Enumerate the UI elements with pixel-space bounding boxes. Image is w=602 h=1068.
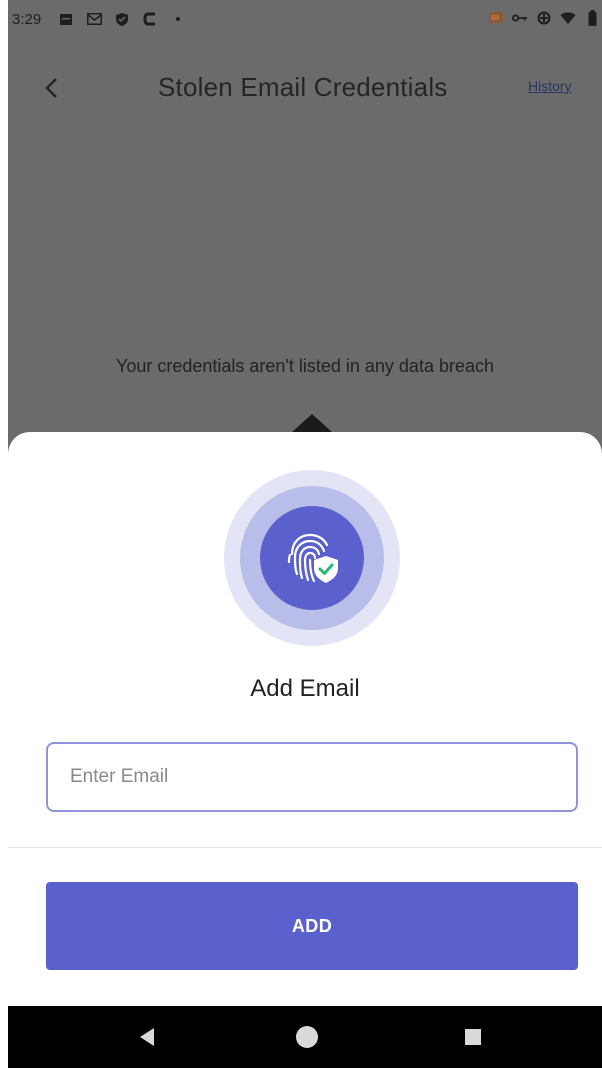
add-email-sheet: Add Email ADD bbox=[8, 432, 602, 1006]
history-link[interactable]: History bbox=[528, 78, 572, 94]
home-circle-icon bbox=[296, 1026, 318, 1048]
nav-back-button[interactable] bbox=[132, 1022, 162, 1052]
cc-icon bbox=[142, 11, 158, 27]
battery-icon bbox=[584, 10, 600, 26]
nav-recents-button[interactable] bbox=[458, 1022, 488, 1052]
back-button[interactable] bbox=[36, 68, 66, 108]
wifi-icon bbox=[560, 10, 576, 26]
mail-icon bbox=[86, 11, 102, 27]
navigation-bar bbox=[8, 1006, 602, 1068]
no-breach-message: Your credentials aren't listed in any da… bbox=[115, 356, 494, 376]
app-bar: Stolen Email Credentials History bbox=[8, 58, 602, 118]
calendar-icon bbox=[58, 11, 74, 27]
data-saver-icon bbox=[536, 10, 552, 26]
chevron-left-icon bbox=[45, 78, 57, 98]
notification-icons bbox=[58, 11, 186, 27]
sheet-title: Add Email bbox=[250, 675, 360, 702]
vpn-key-icon bbox=[512, 10, 528, 26]
divider bbox=[8, 847, 602, 848]
fingerprint-shield-icon bbox=[260, 506, 364, 610]
recents-square-icon bbox=[465, 1029, 481, 1045]
add-button[interactable]: ADD bbox=[46, 882, 578, 970]
nav-home-button[interactable] bbox=[292, 1022, 322, 1052]
shield-icon bbox=[114, 11, 130, 27]
dot-icon bbox=[170, 11, 186, 27]
tooltip-pointer bbox=[292, 414, 332, 432]
system-icons bbox=[488, 10, 600, 26]
back-triangle-icon bbox=[140, 1028, 154, 1046]
cast-icon bbox=[488, 10, 504, 26]
status-bar: 3:29 bbox=[8, 0, 602, 38]
status-time: 3:29 bbox=[12, 10, 42, 28]
email-input[interactable] bbox=[46, 742, 578, 812]
page-title: Stolen Email Credentials bbox=[158, 72, 448, 102]
